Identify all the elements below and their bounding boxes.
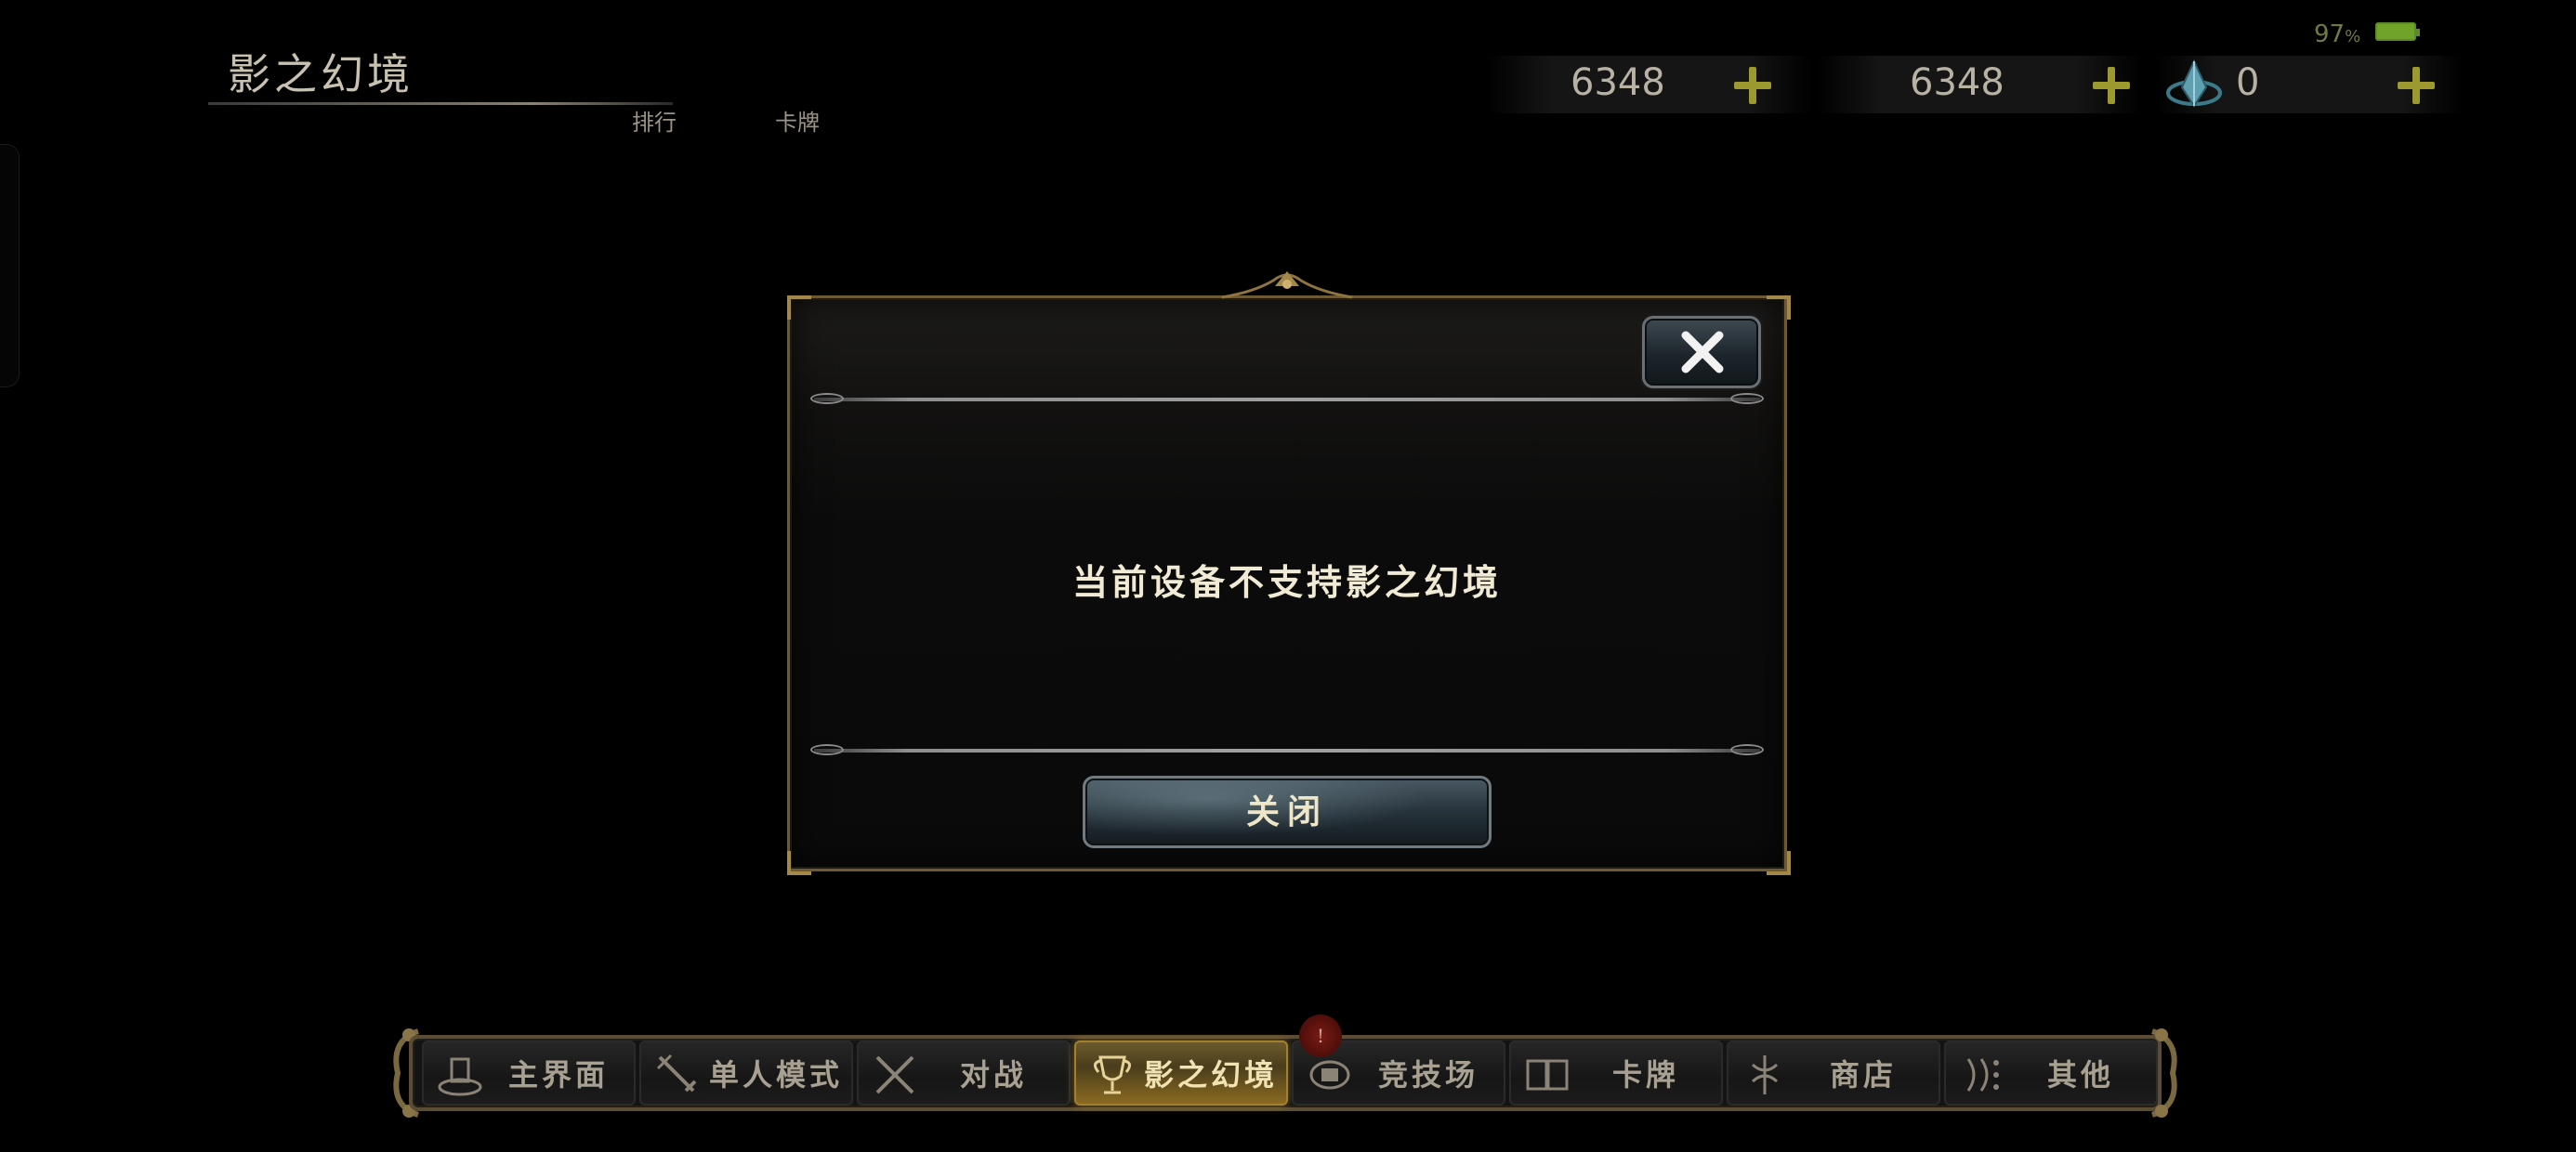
battery-icon <box>2375 22 2420 41</box>
nav-item-single-player[interactable]: 单人模式 <box>639 1041 853 1106</box>
add-currency-2-button[interactable] <box>2093 67 2130 104</box>
nav-label: 其他 <box>2046 1057 2114 1093</box>
dialog-corner-ornament <box>787 295 811 320</box>
battery-level: 97% <box>2314 20 2360 48</box>
crossed-swords-icon <box>875 1055 914 1094</box>
nav-label: 主界面 <box>507 1057 609 1093</box>
battery-unit: % <box>2345 27 2361 46</box>
currency-1-value: 6348 <box>1571 61 1665 104</box>
dialog-corner-ornament <box>787 851 811 875</box>
close-icon <box>1681 331 1724 373</box>
close-button[interactable]: 关闭 <box>1083 776 1492 848</box>
ornament-crest-icon <box>1221 271 1353 299</box>
nav-item-battle[interactable]: 对战 <box>857 1041 1071 1106</box>
side-handle[interactable] <box>0 144 20 387</box>
dialog-close-button[interactable] <box>1642 316 1761 388</box>
nav-label: 单人模式 <box>708 1057 843 1093</box>
subnav-cards[interactable]: 卡牌 <box>775 104 820 137</box>
sword-icon <box>656 1054 697 1093</box>
cards-icon <box>1526 1059 1569 1091</box>
nav-label: 竞技场 <box>1377 1057 1479 1093</box>
currency-2-value: 6348 <box>1910 61 2004 104</box>
nav-item-shadow-realm[interactable]: 影之幻境 <box>1074 1041 1288 1106</box>
dialog-divider-top <box>810 393 1764 404</box>
page-title: 影之幻境 <box>228 49 414 99</box>
add-currency-1-button[interactable] <box>1734 67 1771 104</box>
title-underline <box>208 102 673 105</box>
nav-label: 影之幻境 <box>1143 1057 1278 1093</box>
nav-label: 商店 <box>1829 1057 1897 1093</box>
nav-item-cards[interactable]: 卡牌 <box>1509 1041 1723 1106</box>
arena-icon <box>1309 1060 1350 1090</box>
battery-value: 97 <box>2314 20 2346 48</box>
subnav-rank[interactable]: 排行 <box>632 104 677 137</box>
nav-label: 对战 <box>959 1057 1027 1093</box>
add-currency-3-button[interactable] <box>2398 67 2435 104</box>
trophy-icon <box>1094 1055 1131 1094</box>
nav-item-shop[interactable]: 商店 <box>1727 1041 1940 1106</box>
dialog-message: 当前设备不支持影之幻境 <box>1071 561 1502 603</box>
dialog-corner-ornament <box>1767 851 1791 875</box>
dialog-corner-ornament <box>1767 295 1791 320</box>
gem-icon <box>2162 54 2227 119</box>
notification-badge: ! <box>1299 1015 1342 1057</box>
home-icon <box>438 1057 482 1096</box>
nav-item-home[interactable]: 主界面 <box>422 1041 636 1106</box>
shop-icon <box>1751 1055 1779 1094</box>
nav-item-other[interactable]: 其他 <box>1944 1041 2158 1106</box>
misc-icon <box>1966 1058 1999 1092</box>
nav-label: 卡牌 <box>1611 1057 1679 1093</box>
currency-3-value: 0 <box>2236 61 2260 104</box>
dialog-divider-bottom <box>810 744 1764 755</box>
bottom-nav: 主界面 单人模式 对战 影之幻境 竞技场 卡牌 商店 其他 <box>381 1022 2189 1124</box>
